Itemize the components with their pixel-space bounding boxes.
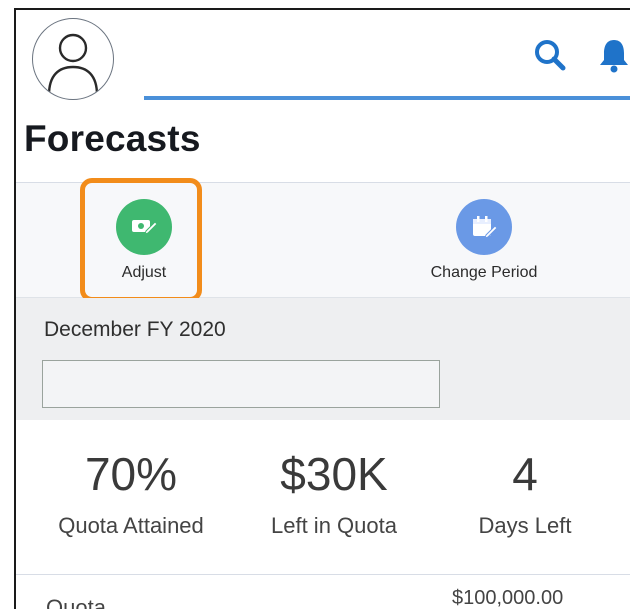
stat-value: 70% (84, 448, 178, 500)
search-icon (535, 40, 566, 71)
stat-value: 4 (512, 448, 538, 500)
title-bar: Forecasts (16, 100, 630, 183)
action-bar: Adjust Change Period (16, 183, 630, 298)
user-avatar[interactable] (32, 18, 114, 100)
user-avatar-icon (47, 33, 99, 96)
change-period-button[interactable]: Change Period (404, 199, 564, 282)
stat-caption: Left in Quota (271, 513, 397, 538)
page-title: Forecasts (24, 118, 201, 159)
app-header (16, 10, 630, 100)
change-period-icon-circle (456, 199, 512, 255)
stat-days-left: 4 Days Left (450, 447, 600, 539)
stat-caption: Quota Attained (58, 513, 204, 538)
adjust-money-icon (132, 220, 158, 235)
stat-left-in-quota: $30K Left in Quota (244, 447, 424, 539)
adjust-label: Adjust (121, 264, 167, 281)
stat-value: $30K (280, 448, 388, 500)
quota-label: Quota (46, 595, 106, 609)
period-input[interactable] (42, 360, 440, 408)
quota-value: $100,000.00 (452, 587, 564, 609)
period-section: December FY 2020 (16, 298, 630, 420)
stat-quota-attained: 70% Quota Attained (36, 447, 226, 539)
adjust-button[interactable]: Adjust (64, 199, 224, 282)
notifications-button[interactable] (596, 36, 630, 74)
quota-row: Quota $100,000.00 (16, 574, 630, 609)
search-button[interactable] (531, 36, 569, 74)
stats-panel: 70% Quota Attained $30K Left in Quota 4 … (16, 421, 630, 571)
change-period-label: Change Period (430, 264, 538, 281)
calendar-edit-icon (473, 216, 498, 239)
app-frame: Forecasts Adjust Change Period December … (14, 8, 630, 609)
bell-icon (600, 40, 628, 73)
adjust-icon-circle (116, 199, 172, 255)
stat-caption: Days Left (478, 513, 572, 538)
period-label: December FY 2020 (44, 318, 226, 341)
